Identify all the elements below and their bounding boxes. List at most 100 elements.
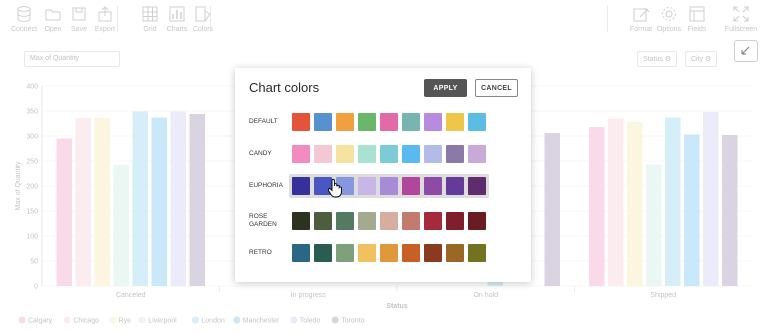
bar	[665, 117, 681, 286]
y-tick-label: 0	[34, 284, 38, 291]
color-swatch[interactable]	[402, 113, 420, 131]
palette-name: CANDY	[249, 150, 272, 157]
folder-icon	[45, 9, 61, 21]
color-swatch[interactable]	[402, 145, 420, 163]
color-swatch[interactable]	[424, 244, 442, 262]
color-swatch[interactable]	[380, 113, 398, 131]
x-tick-label: In progress	[291, 292, 327, 299]
color-swatch[interactable]	[424, 212, 442, 230]
legend-item: Rye	[119, 318, 132, 325]
color-swatch[interactable]	[358, 113, 376, 131]
save-icon	[72, 7, 86, 21]
palette-row-default[interactable]: DEFAULT	[235, 110, 531, 134]
bar	[94, 118, 110, 286]
bar	[132, 111, 148, 286]
color-swatch[interactable]	[314, 212, 332, 230]
color-swatch[interactable]	[292, 113, 310, 131]
toolbar: Connect Open Save Export Grid Charts Colors For…	[0, 0, 768, 40]
color-swatch[interactable]	[446, 113, 464, 131]
y-tick-label: 50	[30, 259, 38, 266]
legend-item: Liverpool	[148, 318, 177, 325]
legend-item: Calgary	[28, 318, 53, 325]
color-swatch[interactable]	[314, 244, 332, 262]
color-swatch[interactable]	[468, 177, 486, 195]
color-swatch[interactable]	[336, 212, 354, 230]
color-swatch[interactable]	[380, 145, 398, 163]
palette-swatches[interactable]	[289, 209, 489, 233]
legend-swatch	[233, 316, 241, 324]
fields-icon	[689, 6, 705, 22]
palette-swatches[interactable]	[289, 110, 489, 134]
palette-row-rose-garden[interactable]: ROSE GARDEN	[235, 209, 531, 233]
color-swatch[interactable]	[292, 244, 310, 262]
color-swatch[interactable]	[468, 212, 486, 230]
palette-row-candy[interactable]: CANDY	[235, 142, 531, 166]
color-swatch[interactable]	[424, 145, 442, 163]
legend-item: Toledo	[300, 318, 321, 325]
bar	[722, 135, 738, 286]
color-swatch[interactable]	[336, 113, 354, 131]
color-swatch[interactable]	[292, 145, 310, 163]
app-root: Connect Open Save Export Grid Charts Colors For…	[0, 0, 768, 333]
toolbar-label: Fullscreen	[724, 26, 758, 33]
bar	[113, 165, 129, 286]
palette-swatches[interactable]	[289, 142, 489, 166]
color-swatch[interactable]	[358, 177, 376, 195]
color-swatch[interactable]	[358, 244, 376, 262]
color-swatch[interactable]	[468, 244, 486, 262]
color-swatch[interactable]	[292, 212, 310, 230]
color-swatch[interactable]	[292, 177, 310, 195]
color-swatch[interactable]	[358, 212, 376, 230]
color-swatch[interactable]	[402, 177, 420, 195]
y-axis-label: Max of Quantity	[15, 161, 22, 211]
legend-swatch	[18, 316, 26, 324]
color-swatch[interactable]	[446, 145, 464, 163]
color-swatch[interactable]	[402, 244, 420, 262]
toolbar-separator	[210, 6, 211, 32]
color-swatch[interactable]	[446, 212, 464, 230]
y-tick-label: 200	[26, 184, 38, 191]
palette-row-retro[interactable]: RETRO	[235, 241, 531, 265]
color-swatch[interactable]	[468, 113, 486, 131]
color-swatch[interactable]	[358, 145, 376, 163]
palette-row-euphoria[interactable]: EUPHORIA	[235, 174, 531, 198]
bar	[608, 118, 624, 286]
color-swatch[interactable]	[314, 113, 332, 131]
apply-button[interactable]: APPLY	[424, 79, 467, 97]
legend-swatch	[63, 316, 71, 324]
palette-swatches[interactable]	[289, 241, 489, 265]
toolbar-colors-button[interactable]: Colors	[186, 5, 220, 33]
palette-swatches[interactable]	[289, 174, 489, 198]
bar	[170, 111, 186, 286]
toolbar-fields-button[interactable]: Fields	[680, 5, 714, 33]
bar	[646, 164, 662, 286]
color-swatch[interactable]	[314, 145, 332, 163]
fullscreen-icon	[733, 6, 749, 22]
bar	[189, 114, 205, 286]
color-swatch[interactable]	[380, 177, 398, 195]
toolbar-separator	[117, 6, 118, 32]
cancel-button[interactable]: CANCEL	[475, 79, 518, 97]
color-swatch[interactable]	[446, 177, 464, 195]
color-swatch[interactable]	[336, 244, 354, 262]
legend-swatch	[109, 316, 117, 324]
legend-swatch	[331, 316, 339, 324]
hand-cursor-icon	[327, 178, 342, 198]
color-swatch[interactable]	[380, 212, 398, 230]
color-swatch[interactable]	[424, 177, 442, 195]
y-tick-label: 250	[26, 159, 38, 166]
color-swatch[interactable]	[336, 145, 354, 163]
toolbar-separator	[607, 6, 608, 32]
color-swatch[interactable]	[380, 244, 398, 262]
legend-swatch	[138, 316, 146, 324]
toolbar-fullscreen-button[interactable]: Fullscreen	[724, 5, 758, 33]
bar	[684, 134, 700, 286]
color-swatch[interactable]	[468, 145, 486, 163]
color-swatch[interactable]	[402, 212, 420, 230]
color-swatch[interactable]	[446, 244, 464, 262]
y-tick-label: 350	[26, 109, 38, 116]
bar	[589, 127, 605, 286]
bar	[151, 117, 167, 286]
color-swatch[interactable]	[424, 113, 442, 131]
format-icon	[633, 7, 650, 22]
